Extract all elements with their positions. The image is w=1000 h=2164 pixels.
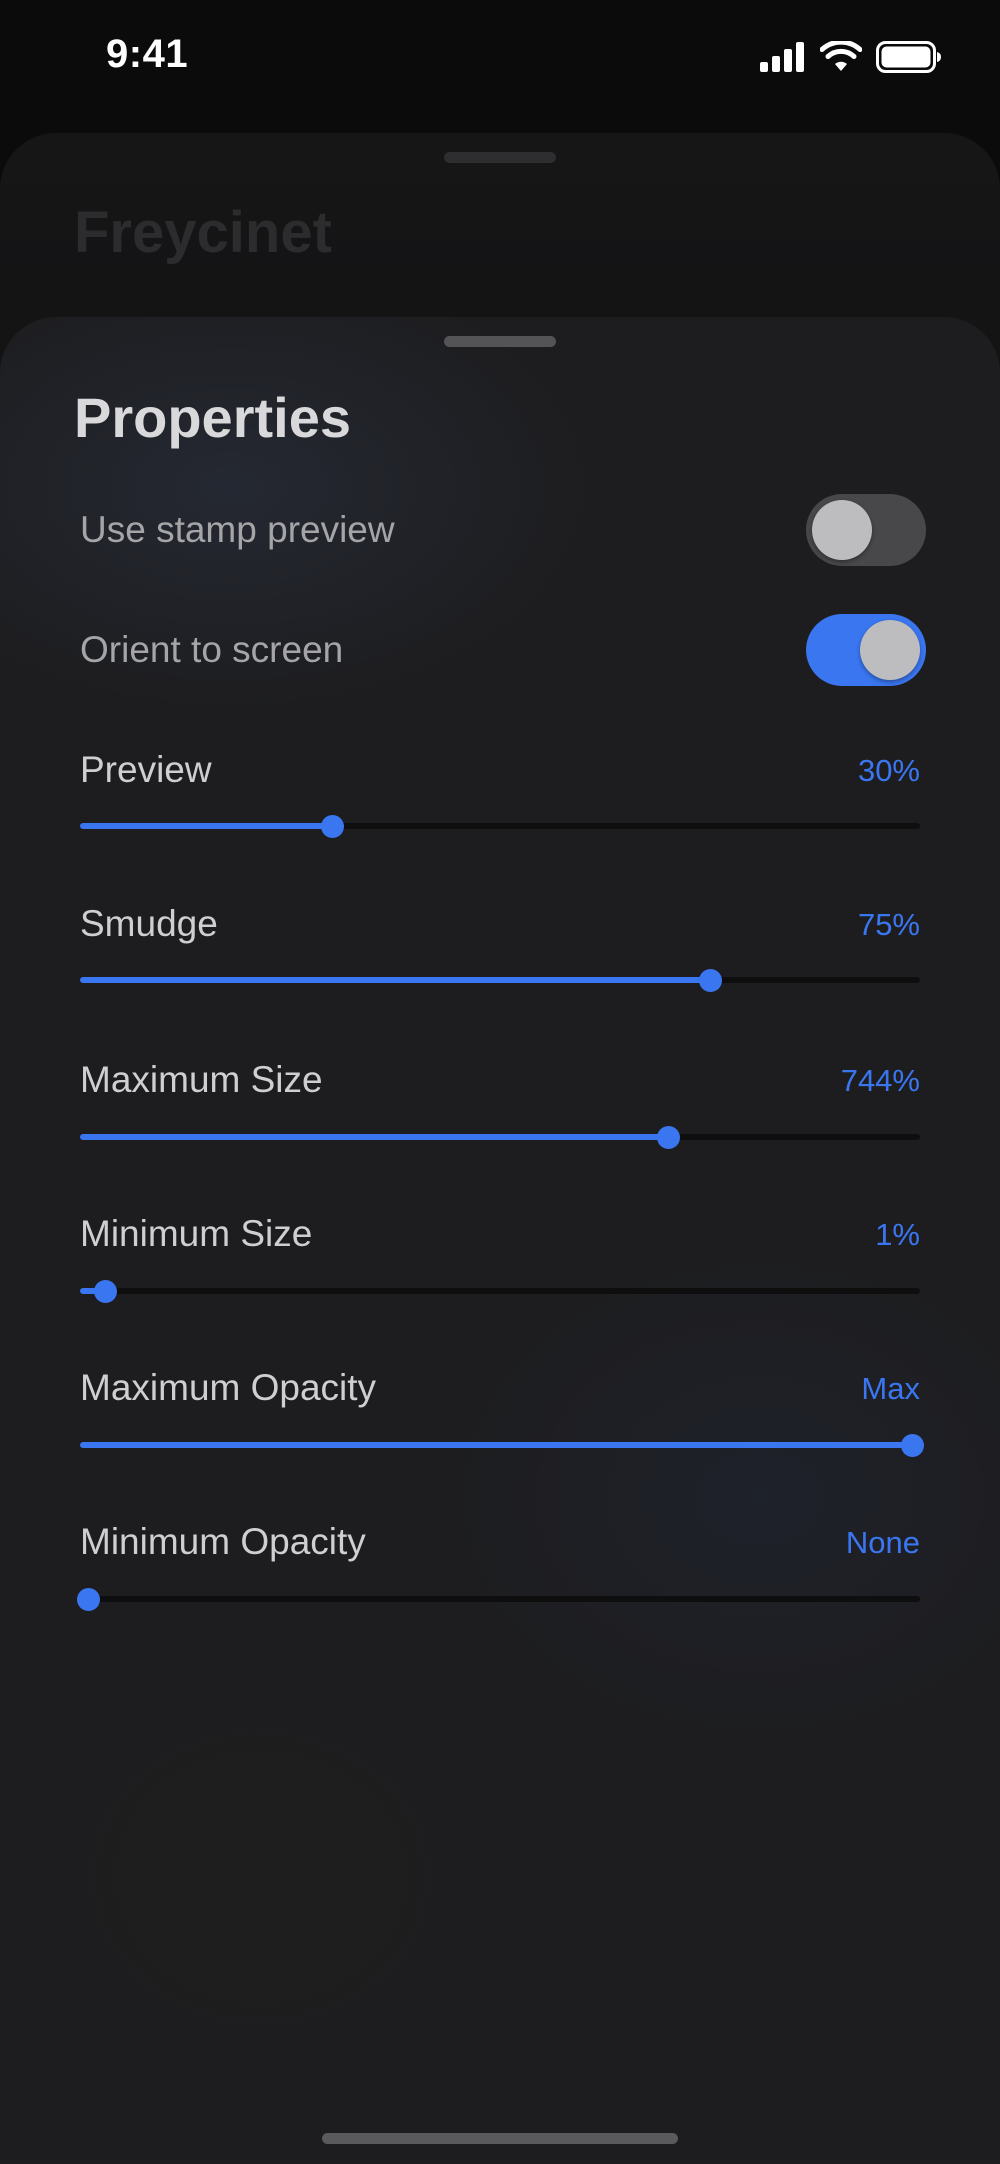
smudge-value: 75%: [857, 907, 920, 942]
use-stamp-preview-toggle[interactable]: [806, 494, 926, 566]
minimum-opacity-value: None: [845, 1525, 920, 1560]
toggle-knob: [812, 500, 872, 560]
preview-label: Preview: [80, 749, 212, 790]
slider-track: [80, 1288, 920, 1294]
smudge-label: Smudge: [80, 903, 218, 944]
slider-fill: [80, 823, 332, 829]
background-sheet-grabber[interactable]: [444, 152, 556, 163]
slider-thumb[interactable]: [900, 1434, 924, 1457]
minimum-opacity-label: Minimum Opacity: [80, 1521, 366, 1562]
slider-thumb[interactable]: [77, 1588, 101, 1611]
slider-thumb[interactable]: [321, 815, 344, 838]
toggle-knob: [860, 620, 920, 680]
orient-to-screen-toggle[interactable]: [806, 614, 926, 686]
maximum-opacity-slider[interactable]: [80, 1425, 924, 1465]
maximum-opacity-label: Maximum Opacity: [80, 1367, 377, 1408]
minimum-opacity-slider[interactable]: [77, 1579, 920, 1619]
maximum-opacity-value: Max: [861, 1371, 920, 1406]
smudge-slider[interactable]: [80, 960, 920, 1000]
app-screen: 9:41 Freycinet Properties Use stamp prev…: [0, 0, 1000, 2164]
properties-sheet: Properties Use stamp preview Orient to s…: [0, 317, 1000, 2164]
slider-thumb[interactable]: [94, 1280, 118, 1303]
home-indicator[interactable]: [322, 2133, 678, 2144]
sheet-title: Properties: [74, 386, 351, 449]
cellular-signal-icon: [760, 42, 804, 72]
maximum-size-label: Maximum Size: [80, 1059, 323, 1100]
status-bar: 9:41: [0, 0, 1000, 120]
slider-fill: [80, 1134, 668, 1140]
wifi-icon: [820, 41, 862, 71]
slider-fill: [80, 977, 710, 983]
background-sheet-title: Freycinet: [74, 200, 332, 265]
minimum-size-label: Minimum Size: [80, 1213, 313, 1254]
orient-to-screen-label: Orient to screen: [80, 629, 344, 670]
slider-track: [80, 1596, 920, 1602]
status-time: 9:41: [106, 32, 189, 76]
use-stamp-preview-label: Use stamp preview: [80, 509, 395, 550]
minimum-size-slider[interactable]: [80, 1271, 920, 1311]
slider-fill: [80, 1442, 912, 1448]
slider-thumb[interactable]: [657, 1126, 680, 1149]
status-icons: [760, 40, 942, 74]
slider-thumb[interactable]: [699, 969, 722, 992]
minimum-size-value: 1%: [875, 1217, 920, 1252]
maximum-size-value: 744%: [840, 1063, 920, 1098]
preview-value: 30%: [857, 753, 920, 788]
maximum-size-slider[interactable]: [80, 1117, 920, 1157]
preview-slider[interactable]: [80, 806, 920, 846]
sheet-grabber[interactable]: [444, 336, 556, 347]
battery-icon: [876, 41, 941, 73]
